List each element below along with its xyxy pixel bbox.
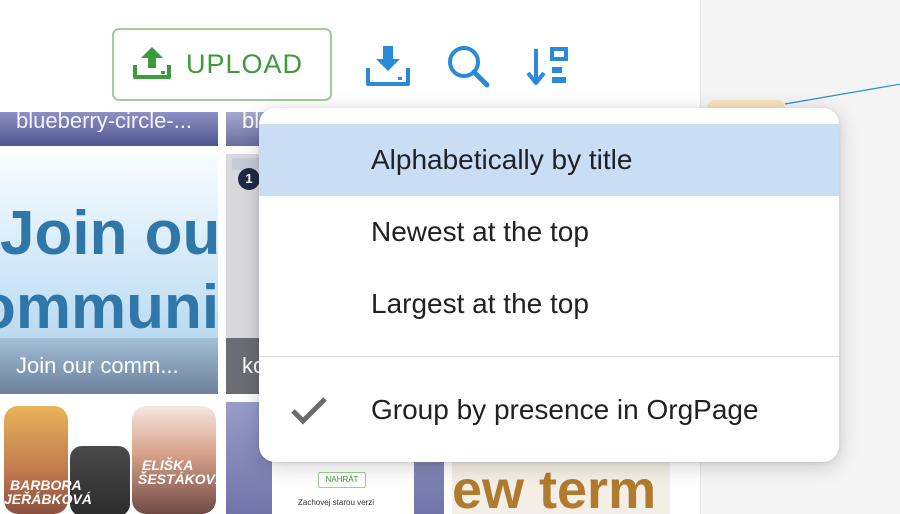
thumbnail-caption: Join our comm... — [16, 353, 179, 378]
sort-icon[interactable] — [524, 42, 572, 90]
person-name: BARBORA — [10, 477, 82, 493]
menu-item-group-by-presence[interactable]: Group by presence in OrgPage — [259, 374, 839, 446]
download-icon[interactable] — [364, 42, 412, 90]
search-icon[interactable] — [444, 42, 492, 90]
upload-button[interactable]: UPLOAD — [112, 28, 332, 101]
thumbnail-hero-text: Join our — [0, 199, 218, 268]
thumbnail-card[interactable]: blueberry-circle-... — [0, 112, 218, 146]
thumbnail-caption: blueberry-circle-... — [16, 112, 193, 132]
person-name: ELIŠKA — [142, 457, 194, 473]
toolbar: UPLOAD — [0, 0, 700, 112]
person-name: JEŘÁBKOVÁ — [4, 491, 92, 507]
thumbnail-hero-text: ommunit — [0, 273, 218, 342]
thumbnail-badge: 1 — [238, 168, 260, 190]
menu-item-alphabetical[interactable]: Alphabetically by title — [259, 124, 839, 196]
person-name: ŠESTÁKOVÁ — [138, 471, 218, 487]
menu-item-newest[interactable]: Newest at the top — [259, 196, 839, 268]
check-icon — [289, 394, 329, 428]
thumbnail-upload-button: NAHRÁT — [318, 472, 366, 488]
menu-item-largest[interactable]: Largest at the top — [259, 268, 839, 340]
cloud-upload-icon — [132, 43, 172, 86]
thumbnail-hero-text: ew term — [452, 460, 657, 514]
menu-divider — [259, 356, 839, 357]
upload-label: UPLOAD — [186, 49, 304, 79]
thumbnail-checkbox-label: Zachovej starou verzi — [298, 498, 375, 507]
thumbnail-card[interactable]: BARBORA JEŘÁBKOVÁ ELIŠKA ŠESTÁKOVÁ — [0, 402, 218, 514]
thumbnail-card[interactable]: Join our ommunit Join our comm... — [0, 154, 218, 394]
sort-menu: Alphabetically by title Newest at the to… — [259, 108, 839, 462]
